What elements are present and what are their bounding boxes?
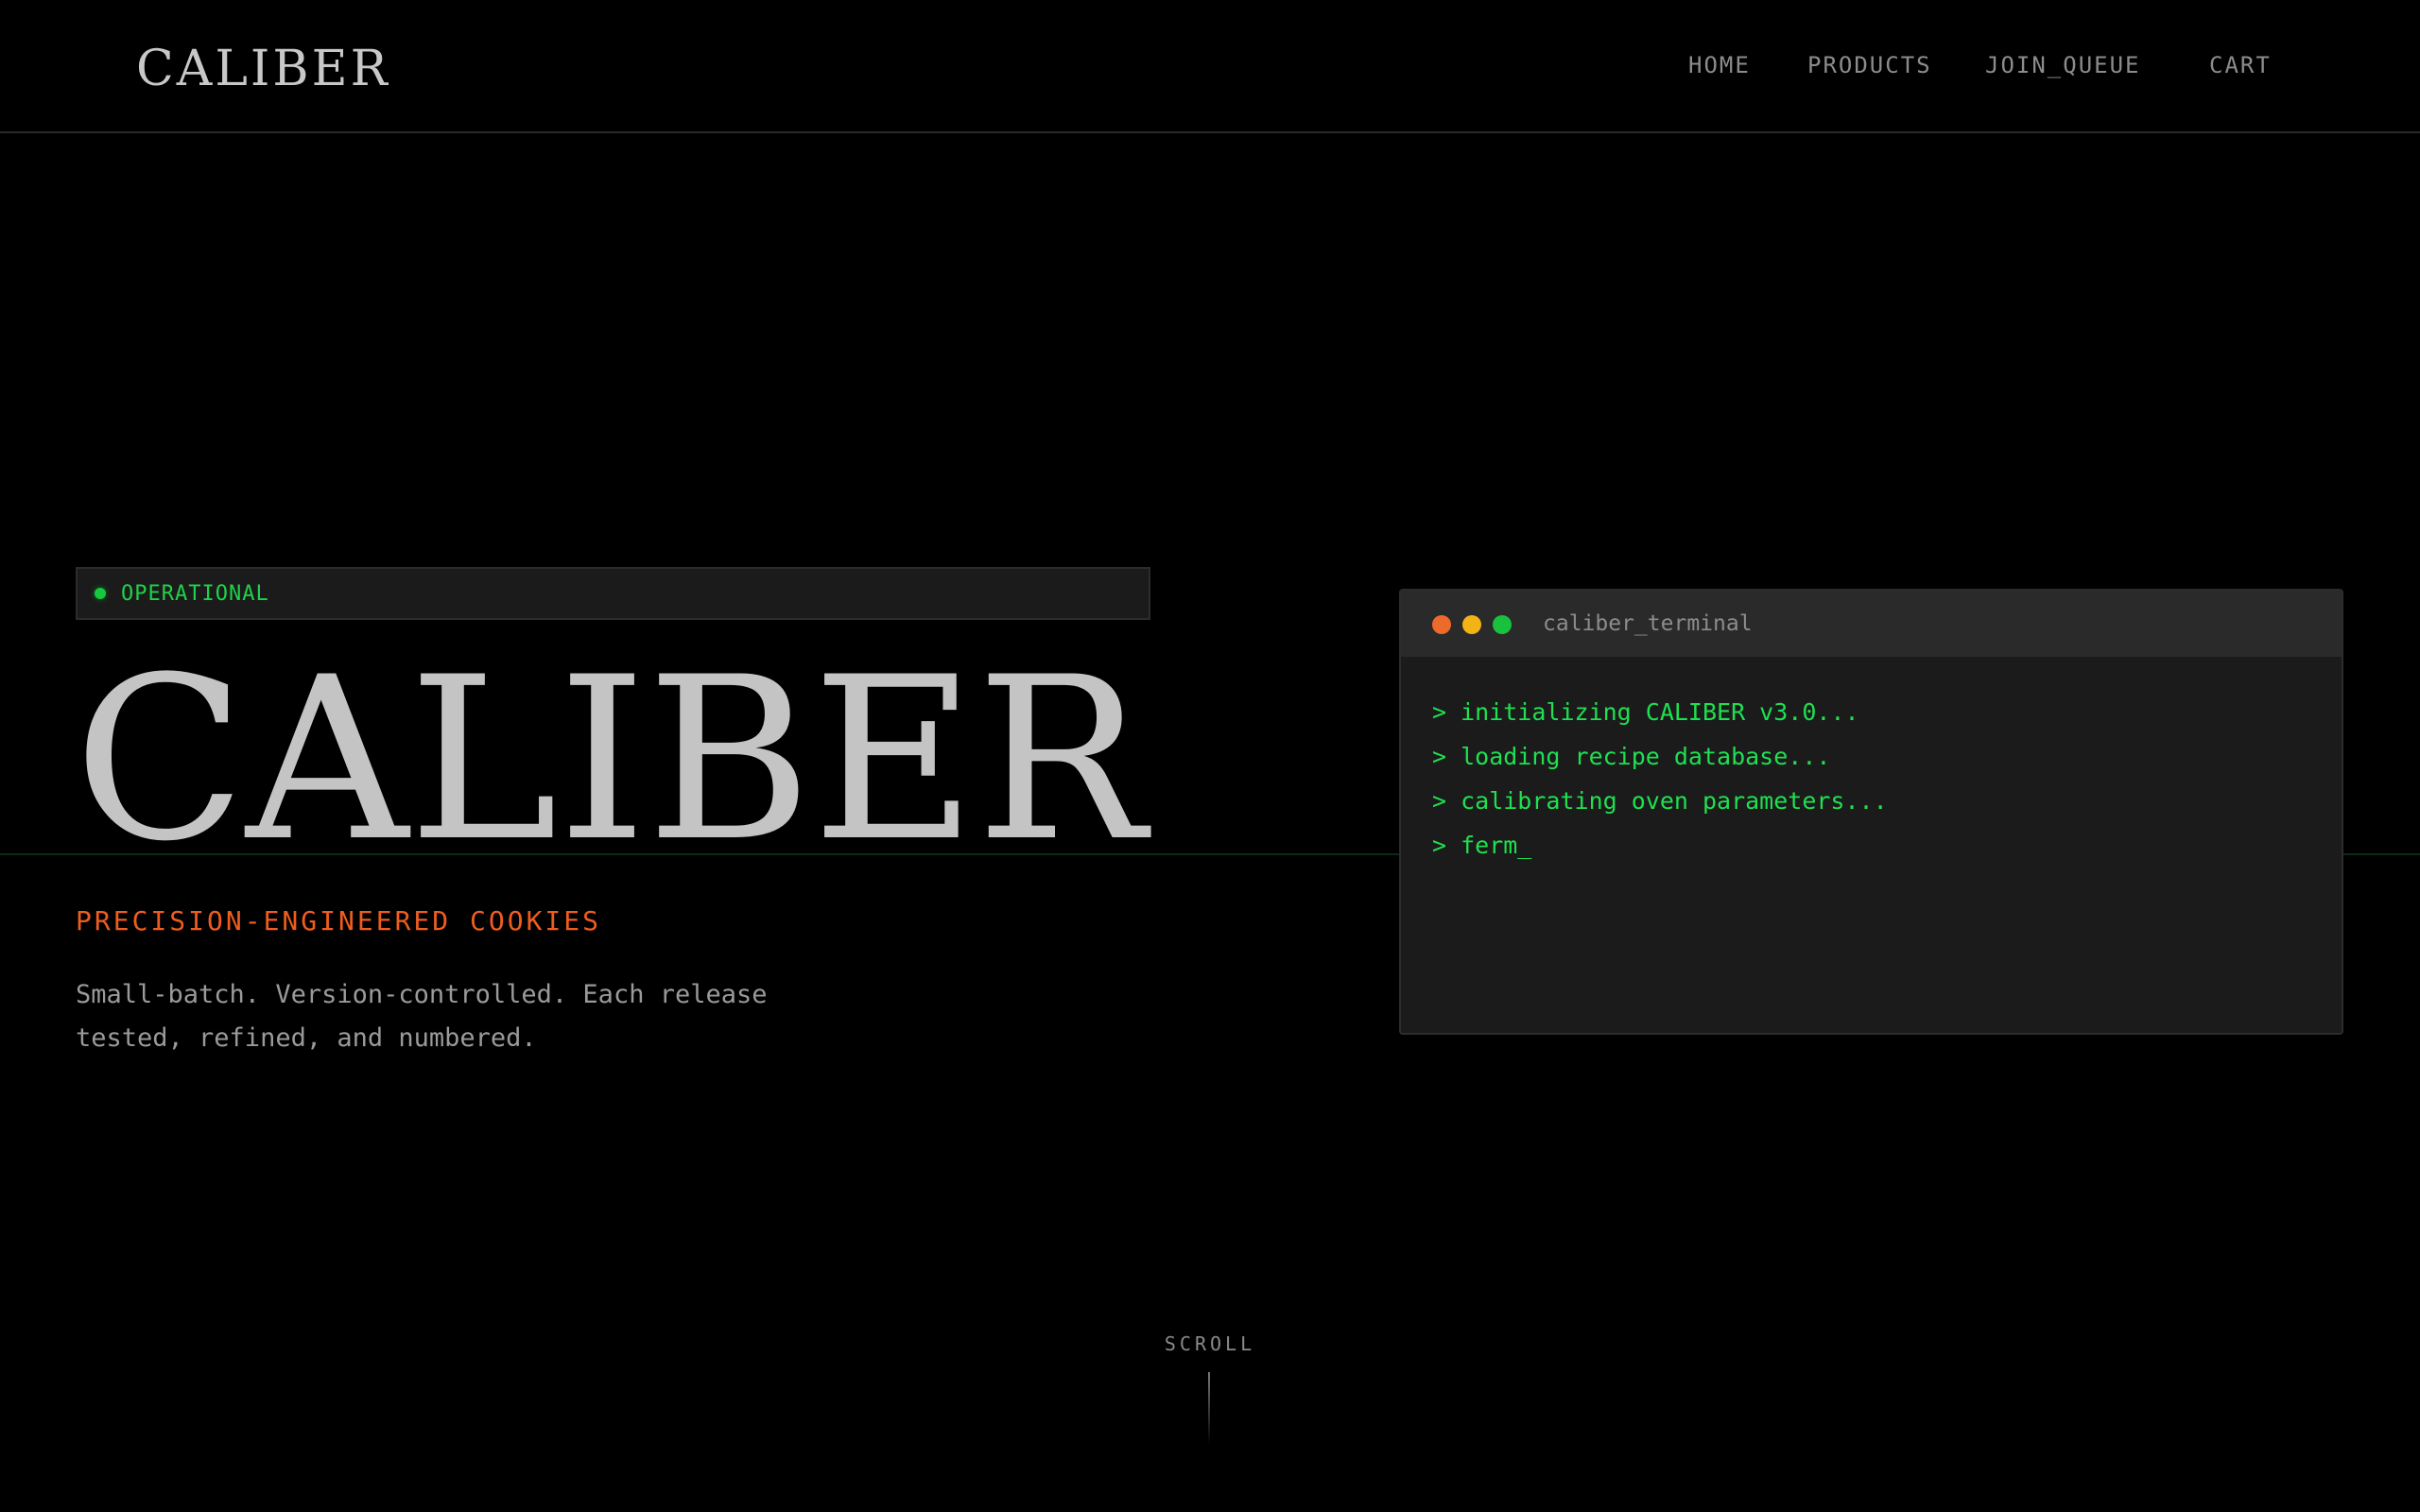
- terminal-window: caliber_terminal > initializing CALIBER …: [1399, 589, 2343, 1035]
- status-label: OPERATIONAL: [121, 582, 269, 606]
- terminal-title: caliber_terminal: [1543, 611, 1753, 636]
- nav-cart-link[interactable]: CART: [2209, 51, 2272, 79]
- hero-title: CALIBER: [74, 629, 1146, 891]
- terminal-output: > initializing CALIBER v3.0... > loading…: [1432, 690, 2302, 868]
- site-header: CALIBER HOME PRODUCTS JOIN_QUEUE CART: [0, 0, 2420, 133]
- close-dot-icon: [1432, 615, 1451, 634]
- scroll-indicator-label[interactable]: SCROLL: [1115, 1331, 1305, 1357]
- terminal-line: > loading recipe database...: [1432, 743, 1831, 770]
- maximize-dot-icon: [1493, 615, 1512, 634]
- nav-join-queue-link[interactable]: JOIN_QUEUE: [1985, 51, 2141, 79]
- nav-home-link[interactable]: HOME: [1688, 51, 1751, 79]
- status-banner: OPERATIONAL: [76, 567, 1150, 620]
- status-indicator-dot-icon: [95, 588, 106, 599]
- terminal-line: > ferm_: [1432, 832, 1532, 859]
- minimize-dot-icon: [1462, 615, 1481, 634]
- scroll-indicator-line-icon: [1208, 1372, 1210, 1444]
- terminal-line: > initializing CALIBER v3.0...: [1432, 698, 1859, 726]
- hero-description: Small-batch. Version-controlled. Each re…: [76, 980, 768, 1053]
- page: CALIBER HOME PRODUCTS JOIN_QUEUE CART OP…: [0, 0, 2420, 1512]
- hero-tagline: PRECISION-ENGINEERED COOKIES: [76, 905, 602, 936]
- terminal-line: > calibrating oven parameters...: [1432, 787, 1888, 815]
- nav-products-link[interactable]: PRODUCTS: [1807, 51, 1932, 79]
- terminal-title-bar: caliber_terminal: [1401, 591, 2342, 657]
- site-logo[interactable]: CALIBER: [136, 36, 390, 102]
